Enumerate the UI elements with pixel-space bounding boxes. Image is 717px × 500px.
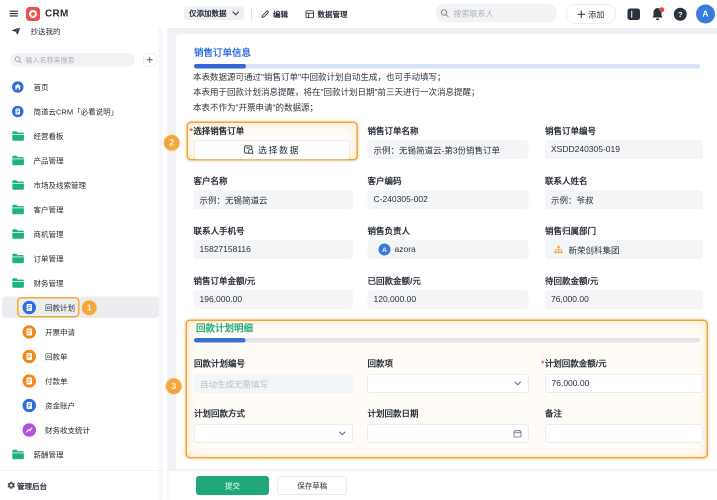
svg-text:?: ? xyxy=(678,10,683,19)
